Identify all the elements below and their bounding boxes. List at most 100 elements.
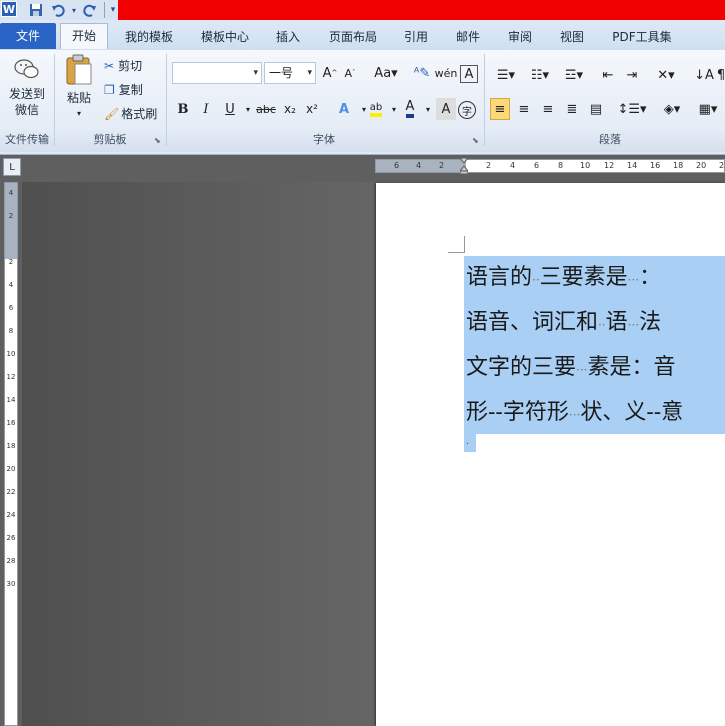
paste-label: 粘贴	[66, 91, 91, 105]
change-case-icon[interactable]: Aa▾	[372, 62, 400, 84]
ruler-tick-label: 20	[696, 161, 707, 170]
distributed-align-button[interactable]: ▤	[586, 98, 606, 120]
ruler-tick-label: 18	[6, 442, 16, 450]
justify-button[interactable]: ≣	[562, 98, 582, 120]
send-to-label-line2: 微信	[14, 103, 39, 117]
enclose-char-icon[interactable]: 字	[458, 101, 476, 119]
indent-marker-icon[interactable]	[458, 157, 470, 175]
ruler-tick-label: 6	[394, 161, 400, 170]
multilevel-list-icon[interactable]: ☲▾	[560, 64, 588, 86]
vertical-ruler[interactable]: 4 2 2 4 6 8 10 12 14 16 18 20 22 24 26 28 30	[4, 182, 18, 726]
tab-my-templates[interactable]: 我的模板	[118, 25, 180, 49]
ruler-tick-label: 14	[6, 396, 16, 404]
ruler-tick-label: 16	[650, 161, 661, 170]
copy-label: 复制	[118, 83, 143, 97]
tab-page-layout[interactable]: 页面布局	[322, 25, 384, 49]
customize-toolbar-icon[interactable]: ▾	[104, 2, 121, 18]
bullets-icon[interactable]: ☰▾	[492, 64, 520, 86]
ruler-tick-label: 2	[8, 212, 14, 220]
italic-button[interactable]: I	[196, 98, 216, 120]
group-label-paragraph: 段落	[599, 133, 621, 146]
increase-indent-icon[interactable]: ⇥	[622, 64, 642, 86]
paste-dropdown-icon[interactable]: ▾	[60, 106, 98, 122]
ruler-tick-label: 2	[439, 161, 445, 170]
tab-selector-icon[interactable]: L	[3, 158, 21, 176]
copy-button[interactable]: ❐ 复制	[104, 80, 143, 100]
char-shading-icon[interactable]: A	[436, 98, 456, 120]
cut-label: 剪切	[118, 59, 143, 73]
paragraph-mark: .	[466, 436, 470, 447]
format-painter-label: 格式刷	[121, 107, 158, 121]
text-effects-icon[interactable]: A	[334, 98, 354, 120]
subscript-button[interactable]: x₂	[280, 98, 300, 120]
ruler-tick-label: 10	[6, 350, 16, 358]
tab-file[interactable]: 文件	[0, 23, 56, 49]
ruler-tick-label: 12	[6, 373, 16, 381]
document-line[interactable]: 语言的··三要素是···：	[466, 256, 725, 300]
char-border-icon[interactable]: A	[460, 65, 478, 83]
clipboard-launcher-icon[interactable]: ⬊	[154, 136, 161, 145]
tab-pdf-tools[interactable]: PDF工具集	[606, 25, 678, 49]
send-to-wechat-button[interactable]: 发送到 微信	[4, 56, 50, 118]
margin-corner-mark	[448, 236, 465, 253]
font-launcher-icon[interactable]: ⬊	[472, 136, 479, 145]
font-color-icon[interactable]: A	[400, 98, 420, 120]
ruler-tick-label: 26	[6, 534, 16, 542]
numbering-icon[interactable]: ☷▾	[526, 64, 554, 86]
borders-icon[interactable]: ▦▾	[694, 98, 722, 120]
phonetic-guide-icon[interactable]: wén	[435, 62, 458, 84]
strikethrough-button[interactable]: abc	[254, 98, 278, 120]
tab-template-center[interactable]: 模板中心	[194, 25, 256, 49]
ruler-tick-label: 14	[627, 161, 638, 170]
ruler-tick-label: 2	[8, 258, 14, 266]
align-center-button[interactable]: ≡	[514, 98, 534, 120]
underline-button[interactable]: U	[220, 98, 240, 120]
font-size-combo[interactable]: 一号 ▾	[264, 62, 316, 84]
tab-mailings[interactable]: 邮件	[450, 25, 486, 49]
format-painter-icon: 🖌	[104, 107, 120, 121]
show-marks-icon[interactable]: ¶	[716, 64, 725, 86]
cut-button[interactable]: ✂ 剪切	[104, 56, 142, 76]
chevron-down-icon: ▾	[253, 68, 258, 78]
align-left-button[interactable]: ≡	[490, 98, 510, 120]
font-name-combo[interactable]: ▾	[172, 62, 262, 84]
horizontal-ruler[interactable]: 642246810121416182022	[375, 157, 725, 175]
align-right-button[interactable]: ≡	[538, 98, 558, 120]
superscript-button[interactable]: x²	[302, 98, 322, 120]
grow-font-icon[interactable]: A ^	[320, 62, 340, 84]
highlight-icon[interactable]: ab	[366, 98, 386, 120]
format-painter-button[interactable]: 🖌 格式刷	[104, 104, 157, 124]
shrink-font-icon[interactable]: Aˇ	[340, 62, 360, 84]
document-line[interactable]: 形--字符形···状、义--意	[466, 391, 725, 435]
tab-insert[interactable]: 插入	[270, 25, 306, 49]
bold-button[interactable]: B	[173, 98, 193, 120]
ruler-tick-label: 18	[673, 161, 684, 170]
redo-icon[interactable]	[82, 2, 98, 18]
save-icon[interactable]	[28, 2, 44, 18]
line-spacing-icon[interactable]: ↕☰▾	[617, 98, 646, 120]
ruler-tick-label: 22	[719, 161, 725, 170]
document-line[interactable]: 语音、词汇和··语···法	[466, 301, 725, 345]
sort-icon[interactable]: ↓A	[694, 64, 714, 86]
group-label-font: 字体	[313, 133, 335, 146]
ruler-tick-label: 12	[604, 161, 615, 170]
ruler-tick-label: 10	[580, 161, 591, 170]
word-app-icon[interactable]: W	[1, 1, 17, 17]
tab-view[interactable]: 视图	[554, 25, 590, 49]
undo-icon[interactable]	[50, 2, 66, 18]
tab-review[interactable]: 审阅	[502, 25, 538, 49]
decrease-indent-icon[interactable]: ⇤	[598, 64, 618, 86]
group-separator	[54, 54, 55, 146]
paste-button[interactable]: 粘贴 ▾	[60, 54, 98, 122]
document-line[interactable]: 文字的三要···素是：音	[466, 346, 725, 390]
font-size-value: 一号	[269, 66, 294, 80]
clear-format-icon[interactable]: ᴬ✎	[412, 62, 432, 84]
font-color-dropdown-icon[interactable]: ▾	[418, 98, 438, 120]
tab-references[interactable]: 引用	[398, 25, 434, 49]
ruler-tick-label: 22	[6, 488, 16, 496]
undo-dropdown-icon[interactable]: ▾	[66, 2, 82, 18]
tab-home[interactable]: 开始	[60, 23, 108, 49]
shading-icon[interactable]: ◈▾	[660, 98, 684, 120]
ruler-tick-label: 6	[534, 161, 540, 170]
chinese-layout-icon[interactable]: ✕▾	[652, 64, 680, 86]
